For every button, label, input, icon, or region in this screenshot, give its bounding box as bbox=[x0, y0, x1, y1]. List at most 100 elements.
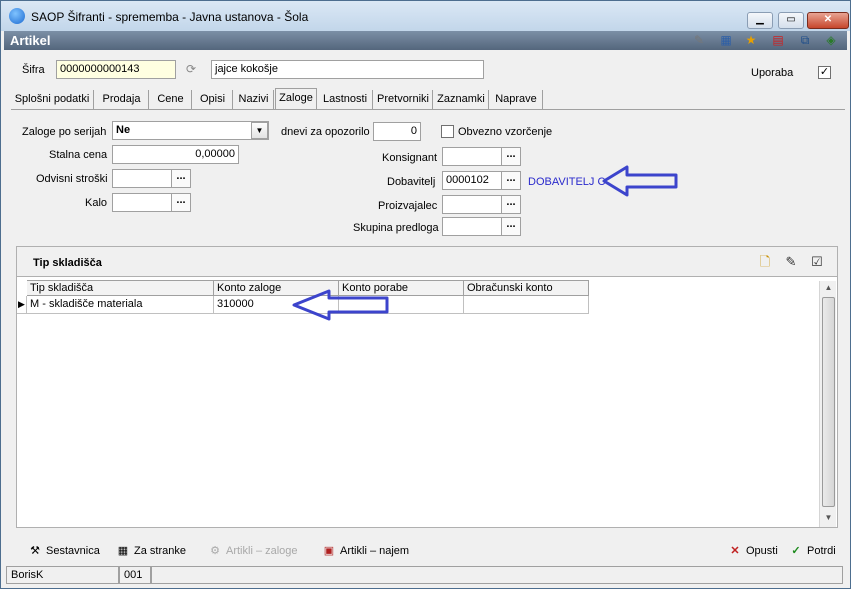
export-icon[interactable]: ◈ bbox=[823, 33, 839, 48]
dobavitelj-label: Dobavitelj bbox=[387, 176, 436, 188]
new-record-icon[interactable]: 🗋 bbox=[756, 254, 774, 270]
tab-lastnosti[interactable]: Lastnosti bbox=[318, 90, 373, 110]
artikli-najem-icon: ▣ bbox=[323, 545, 335, 557]
artikli-zaloge-button[interactable]: ⚙ Artikli – zaloge bbox=[207, 542, 298, 560]
app-window: SAOP Šifranti - sprememba - Javna ustano… bbox=[0, 0, 851, 589]
row-indicator-icon: ▶ bbox=[17, 296, 27, 314]
column-header-konto-porabe[interactable]: Konto porabe bbox=[339, 280, 464, 296]
chevron-down-icon[interactable]: ▼ bbox=[251, 122, 268, 139]
maximize-button[interactable]: ▭ bbox=[778, 12, 804, 29]
name-input[interactable]: jajce kokošje bbox=[211, 60, 484, 79]
tab-opisi[interactable]: Opisi bbox=[193, 90, 233, 110]
opusti-label: Opusti bbox=[746, 545, 778, 557]
odvisni-stroski-label: Odvisni stroški bbox=[36, 173, 108, 185]
app-icon bbox=[9, 8, 25, 24]
minimize-button[interactable]: ▁ bbox=[747, 12, 773, 29]
dnevi-label: dnevi za opozorilo bbox=[281, 126, 370, 138]
close-icon: ✕ bbox=[823, 14, 833, 25]
dnevi-input[interactable]: 0 bbox=[373, 122, 421, 141]
column-header-tip-skladisca[interactable]: Tip skladišča bbox=[27, 280, 214, 296]
status-user: BorisK bbox=[6, 566, 119, 584]
delete-doc-icon[interactable]: ▤ bbox=[770, 33, 786, 48]
dobavitelj-name: DOBAVITELJ C bbox=[528, 176, 606, 188]
tab-cene[interactable]: Cene bbox=[150, 90, 192, 110]
status-message bbox=[151, 566, 843, 584]
obvezno-checkbox[interactable] bbox=[441, 125, 454, 138]
stalna-cena-label: Stalna cena bbox=[49, 149, 108, 161]
sifra-input[interactable]: 0000000000143 bbox=[56, 60, 176, 79]
refresh-icon[interactable]: ⟳ bbox=[183, 62, 199, 77]
grid-icon: ▦ bbox=[117, 545, 129, 557]
tab-panel-border bbox=[11, 109, 845, 110]
proizvajalec-label: Proizvajalec bbox=[378, 200, 438, 212]
zaloge-po-serijah-select[interactable]: Ne bbox=[112, 121, 269, 140]
sestavnica-button[interactable]: ⚒ Sestavnica bbox=[27, 542, 100, 560]
annotation-arrow-dobavitelj bbox=[602, 165, 678, 197]
konsignant-label: Konsignant bbox=[382, 152, 438, 164]
odvisni-stroski-input[interactable] bbox=[112, 169, 172, 188]
artikli-zaloge-label: Artikli – zaloge bbox=[226, 545, 298, 557]
kalo-label: Kalo bbox=[85, 197, 108, 209]
table-row-cell-obracunski-konto[interactable] bbox=[464, 296, 589, 314]
artikli-najem-label: Artikli – najem bbox=[340, 545, 410, 557]
tab-pretvorniki[interactable]: Pretvorniki bbox=[374, 90, 433, 110]
potrdi-button[interactable]: ✓ Potrdi bbox=[788, 542, 836, 560]
sestavnica-label: Sestavnica bbox=[46, 545, 100, 557]
grid-vertical-scrollbar[interactable]: ▲ ▼ bbox=[819, 281, 836, 527]
artikli-zaloge-icon: ⚙ bbox=[210, 545, 220, 557]
edit-icon[interactable]: ✎ bbox=[691, 33, 707, 48]
check-icon: ✓ bbox=[791, 545, 801, 557]
cancel-icon: ✕ bbox=[730, 545, 740, 557]
table-icon[interactable]: ▦ bbox=[718, 33, 734, 48]
skupina-predloga-lookup-button[interactable]: ... bbox=[501, 217, 521, 236]
dobavitelj-input[interactable]: 0000102 bbox=[442, 171, 502, 190]
table-row-cell-tip[interactable]: M - skladišče materiala bbox=[27, 296, 214, 314]
tab-naprave[interactable]: Naprave bbox=[490, 90, 543, 110]
opusti-button[interactable]: ✕ Opusti bbox=[727, 542, 778, 560]
table-row-cell-konto-porabe[interactable] bbox=[339, 296, 464, 314]
edit-check-icon[interactable]: ☑ bbox=[808, 254, 826, 270]
page-title: Artikel bbox=[10, 33, 51, 48]
close-button[interactable]: ✕ bbox=[807, 12, 849, 29]
konsignant-input[interactable] bbox=[442, 147, 502, 166]
proizvajalec-lookup-button[interactable]: ... bbox=[501, 195, 521, 214]
column-header-konto-zaloge[interactable]: Konto zaloge bbox=[214, 280, 339, 296]
skupina-predloga-label: Skupina predloga bbox=[353, 222, 439, 234]
kalo-input[interactable] bbox=[112, 193, 172, 212]
proizvajalec-input[interactable] bbox=[442, 195, 502, 214]
status-code: 001 bbox=[119, 566, 151, 584]
column-header-obracunski-konto[interactable]: Obračunski konto bbox=[464, 280, 589, 296]
stalna-cena-input[interactable]: 0,00000 bbox=[112, 145, 239, 164]
minimize-icon: ▁ bbox=[756, 14, 764, 25]
tab-prodaja[interactable]: Prodaja bbox=[95, 90, 149, 110]
tab-nazivi[interactable]: Nazivi bbox=[234, 90, 274, 110]
scroll-thumb[interactable] bbox=[822, 297, 835, 507]
maximize-icon: ▭ bbox=[786, 14, 796, 25]
artikli-najem-button[interactable]: ▣ Artikli – najem bbox=[321, 542, 409, 560]
potrdi-label: Potrdi bbox=[807, 545, 836, 557]
konsignant-lookup-button[interactable]: ... bbox=[501, 147, 521, 166]
copy-icon[interactable]: ⧉ bbox=[797, 33, 813, 48]
kalo-lookup-button[interactable]: ... bbox=[171, 193, 191, 212]
tab-splosni-podatki[interactable]: Splošni podatki bbox=[11, 90, 94, 110]
skupina-predloga-input[interactable] bbox=[442, 217, 502, 236]
tab-zaznamki[interactable]: Zaznamki bbox=[434, 90, 489, 110]
sifra-label: Šifra bbox=[22, 64, 45, 76]
warehouse-grid: Tip skladišča 🗋 ✎ ☑ Tip skladišča Konto … bbox=[16, 246, 838, 528]
za-stranke-button[interactable]: ▦ Za stranke bbox=[115, 542, 186, 560]
zaloge-po-serijah-label: Zaloge po serijah bbox=[22, 126, 107, 138]
grid-toolbar: Tip skladišča 🗋 ✎ ☑ bbox=[17, 247, 837, 277]
obvezno-label: Obvezno vzorčenje bbox=[458, 126, 553, 138]
star-icon[interactable]: ★ bbox=[743, 33, 759, 48]
grid-title: Tip skladišča bbox=[33, 257, 102, 269]
edit-record-icon[interactable]: ✎ bbox=[782, 254, 800, 270]
scroll-up-icon[interactable]: ▲ bbox=[820, 281, 837, 295]
dobavitelj-lookup-button[interactable]: ... bbox=[501, 171, 521, 190]
tab-zaloge[interactable]: Zaloge bbox=[275, 88, 317, 110]
sestavnica-icon: ⚒ bbox=[30, 545, 40, 557]
scroll-down-icon[interactable]: ▼ bbox=[820, 511, 837, 525]
table-row-cell-konto-zaloge[interactable]: 310000 bbox=[214, 296, 339, 314]
odvisni-stroski-lookup-button[interactable]: ... bbox=[171, 169, 191, 188]
uporaba-label: Uporaba bbox=[751, 67, 794, 79]
uporaba-checkbox[interactable]: ✓ bbox=[818, 66, 831, 79]
